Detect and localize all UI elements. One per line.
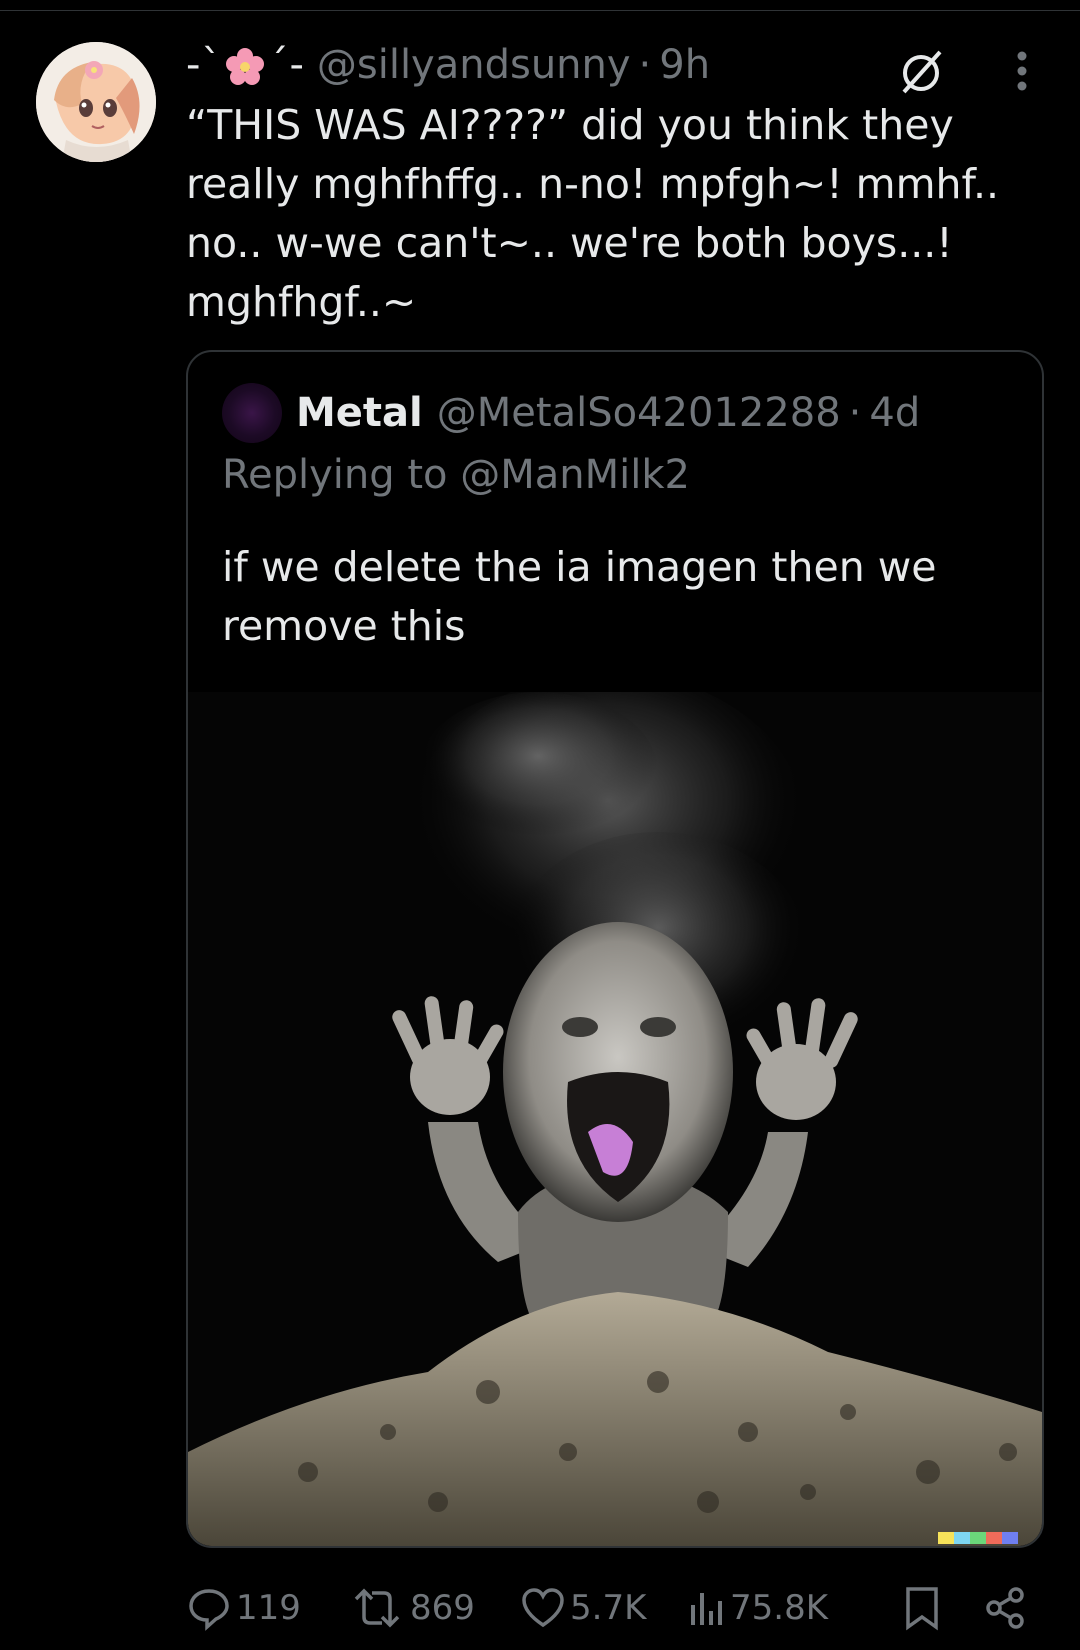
views-count: 75.8K [730,1588,828,1628]
tweet-time[interactable]: 9h [659,34,710,96]
repost-button[interactable]: 869 [348,1580,475,1636]
bookmark-icon [906,1587,938,1631]
display-name-right: ´- [268,42,305,88]
cherry-blossom-icon [226,48,265,85]
hidden-reply-icon[interactable] [894,44,948,98]
quoted-tweet-image[interactable] [188,672,1042,1546]
display-name-left: -` [186,42,223,88]
quoted-author-handle: @MetalSo42012288 [436,390,841,436]
share-button[interactable] [982,1580,1032,1636]
quoted-tweet-header: Metal @MetalSo42012288 · 4d [222,382,920,444]
quoted-author-name: Metal [296,390,423,436]
share-icon [986,1587,1024,1629]
author-avatar[interactable] [36,42,156,162]
top-divider [0,10,1080,11]
reply-icon [189,1589,229,1631]
views-button[interactable]: 75.8K [686,1580,828,1636]
reply-button[interactable]: 119 [186,1580,301,1636]
quoted-tweet-time: 4d [869,390,921,436]
author-handle[interactable]: @sillyandsunny [317,34,631,96]
tweet[interactable]: -` ´- @sillyandsunny · 9h “THIS WAS AI??… [186,34,1046,332]
quoted-tweet-text: if we delete the ia imagen then we remov… [222,543,950,650]
quoted-tweet-card[interactable]: Metal @MetalSo42012288 · 4d Replying to … [186,350,1044,1548]
display-name[interactable]: -` ´- [186,34,305,96]
separator-dot: · [638,42,652,88]
action-bar: 119 869 5.7K 75.8K [186,1580,1046,1636]
like-count: 5.7K [570,1588,647,1628]
repost-icon [354,1588,400,1628]
bookmark-button[interactable] [902,1580,946,1636]
more-options-icon[interactable] [1002,44,1042,98]
views-icon [691,1593,722,1625]
like-button[interactable]: 5.7K [520,1580,646,1636]
tweet-text: “THIS WAS AI????” did you think they rea… [186,101,1013,326]
reply-count: 119 [236,1588,301,1628]
heart-icon [522,1588,564,1628]
repost-count: 869 [410,1588,475,1628]
replying-to-label: Replying to @ManMilk2 [222,452,690,498]
quoted-separator-dot: · [848,390,862,436]
quoted-author-avatar [222,383,282,443]
